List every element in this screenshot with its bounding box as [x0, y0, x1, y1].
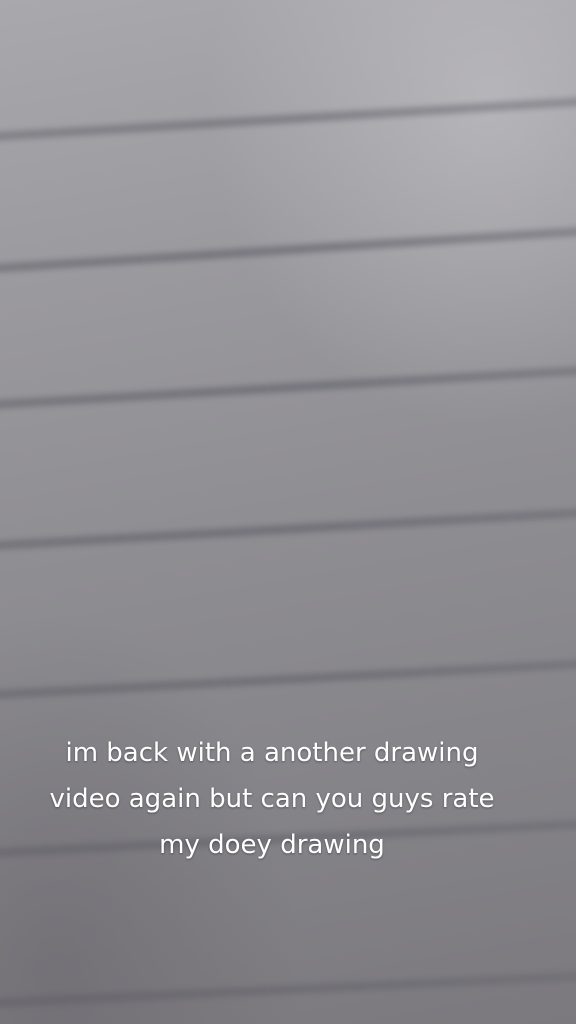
caption-line: video again but can you guys rate [49, 784, 495, 814]
ruled-line [0, 93, 576, 143]
ruled-line [0, 505, 576, 552]
ruled-line [0, 223, 576, 275]
ruled-line [0, 362, 576, 411]
ruled-line [0, 969, 576, 1009]
overlay-caption: im back with a another drawing video aga… [0, 730, 544, 868]
caption-line: im back with a another drawing [65, 738, 479, 768]
blurred-lined-paper-photo: im back with a another drawing video aga… [0, 0, 576, 1024]
caption-line: my doey drawing [159, 830, 385, 860]
ruled-line [0, 656, 576, 701]
